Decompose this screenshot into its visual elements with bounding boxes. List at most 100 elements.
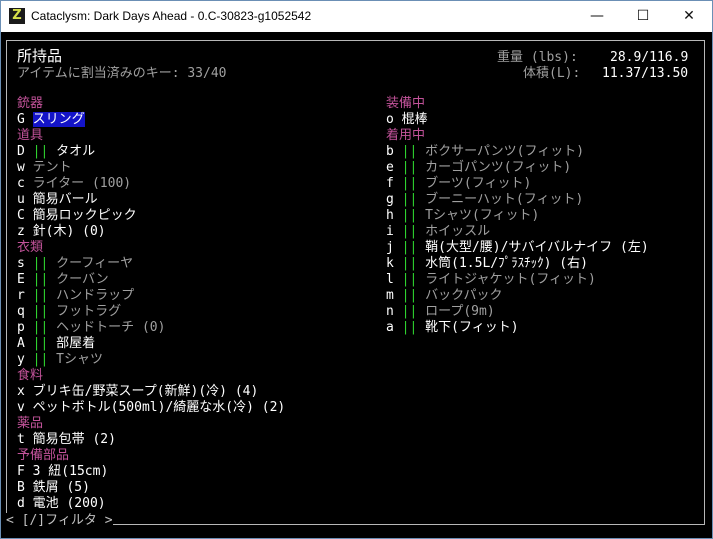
item-name: ペットボトル(500ml)/綺麗な水(冷) (2)	[32, 400, 286, 415]
item-name: クーフィーヤ	[56, 256, 134, 271]
item-hotkey: F	[17, 464, 25, 479]
item-hotkey: q	[17, 304, 25, 319]
item-name: クーバン	[56, 272, 109, 287]
inventory-item[interactable]: g || ブーニーハット(フィット)	[386, 192, 583, 208]
inventory-item[interactable]: c ライター (100)	[17, 176, 131, 192]
item-durability-bar: ||	[401, 224, 418, 239]
item-hotkey: j	[386, 240, 394, 255]
item-name: 部屋着	[56, 336, 96, 351]
item-hotkey: u	[17, 192, 25, 207]
item-name: ブーツ(フィット)	[425, 176, 532, 191]
inventory-item[interactable]: w テント	[17, 160, 72, 176]
inventory-item[interactable]: p || ヘッドトーチ (0)	[17, 320, 165, 336]
minimize-icon[interactable]: —	[574, 1, 620, 32]
inventory-item[interactable]: G スリング	[17, 112, 85, 128]
inventory-item[interactable]: n || ロープ(9m)	[386, 304, 495, 320]
item-durability-bar: ||	[32, 336, 49, 351]
item-hotkey: C	[17, 208, 25, 223]
item-name: ハンドラップ	[56, 288, 135, 303]
inventory-item[interactable]: i || ホイッスル	[386, 224, 490, 240]
item-hotkey: D	[17, 144, 25, 159]
inventory-item[interactable]: v ペットボトル(500ml)/綺麗な水(冷) (2)	[17, 400, 285, 416]
inventory-item[interactable]: t 簡易包帯 (2)	[17, 432, 116, 448]
item-name: 鉄屑 (5)	[32, 480, 90, 495]
item-durability-bar: ||	[32, 272, 49, 287]
inventory-item[interactable]: q || フットラグ	[17, 304, 121, 320]
item-name: ライター (100)	[32, 176, 132, 191]
item-name: 3 紐(15cm)	[32, 464, 109, 479]
inventory-item[interactable]: j || 鞘(大型/腰)/サバイバルナイフ (左)	[386, 240, 649, 256]
inventory-item[interactable]: m || バックパック	[386, 288, 503, 304]
inventory-item[interactable]: e || カーゴパンツ(フィット)	[386, 160, 571, 176]
maximize-icon[interactable]: ☐	[620, 1, 666, 32]
item-name: 簡易ロックピック	[32, 208, 137, 223]
item-durability-bar: ||	[401, 176, 418, 191]
title-bar[interactable]: Z Cataclysm: Dark Days Ahead - 0.C-30823…	[1, 1, 712, 32]
inventory-item[interactable]: B 鉄屑 (5)	[17, 480, 90, 496]
inventory-item[interactable]: A || 部屋着	[17, 336, 95, 352]
window-title: Cataclysm: Dark Days Ahead - 0.C-30823-g…	[31, 9, 312, 23]
item-hotkey: e	[386, 160, 394, 175]
inventory-item[interactable]: o 棍棒	[386, 112, 428, 128]
item-name: ヘッドトーチ (0)	[56, 320, 166, 335]
item-durability-bar: ||	[401, 160, 418, 175]
item-durability-bar: ||	[401, 320, 418, 335]
item-name: ロープ(9m)	[425, 304, 495, 319]
inventory-item[interactable]: u 簡易バール	[17, 192, 98, 208]
item-hotkey: s	[17, 256, 25, 271]
item-durability-bar: ||	[32, 304, 49, 319]
category-header: 着用中	[386, 128, 426, 143]
item-durability-bar: ||	[32, 320, 49, 335]
item-durability-bar: ||	[401, 256, 418, 271]
item-name: ボクサーパンツ(フィット)	[425, 144, 585, 159]
terminal-area: 所持品 アイテムに割当済みのキー: 33/40 重量 (lbs): 28.9/1…	[2, 32, 711, 537]
inventory-item[interactable]: z 針(木) (0)	[17, 224, 106, 240]
category-header: 衣類	[17, 240, 44, 255]
item-hotkey: b	[386, 144, 394, 159]
inventory-item[interactable]: C 簡易ロックピック	[17, 208, 137, 224]
inventory-item[interactable]: h || Tシャツ(フィット)	[386, 208, 539, 224]
item-hotkey: t	[17, 432, 25, 447]
inventory-item[interactable]: a || 靴下(フィット)	[386, 320, 519, 336]
item-name: 水筒(1.5L/ﾌﾟﾗｽﾁｯｸ) (右)	[425, 256, 588, 271]
item-durability-bar: ||	[32, 144, 49, 159]
item-hotkey: n	[386, 304, 394, 319]
item-hotkey: r	[17, 288, 25, 303]
item-name: 棍棒	[401, 112, 428, 127]
item-durability-bar: ||	[401, 272, 418, 287]
item-hotkey: k	[386, 256, 394, 271]
item-durability-bar: ||	[401, 192, 418, 207]
inventory-item[interactable]: r || ハンドラップ	[17, 288, 134, 304]
category-header: 道具	[17, 128, 44, 143]
inventory-item[interactable]: d 電池 (200)	[17, 496, 106, 512]
inventory-item[interactable]: D || タオル	[17, 144, 95, 160]
item-hotkey: x	[17, 384, 25, 399]
item-name: 針(木) (0)	[32, 224, 106, 239]
inventory-item[interactable]: x ブリキ缶/野菜スープ(新鮮)(冷) (4)	[17, 384, 258, 400]
inventory-frame	[6, 40, 705, 525]
category-header: 食料	[17, 368, 44, 383]
filter-hint[interactable]: < [/]フィルタ >	[6, 513, 113, 529]
item-name: 靴下(フィット)	[425, 320, 519, 335]
item-hotkey: g	[386, 192, 394, 207]
inventory-item[interactable]: s || クーフィーヤ	[17, 256, 133, 272]
app-window: Z Cataclysm: Dark Days Ahead - 0.C-30823…	[0, 0, 713, 539]
item-hotkey: h	[386, 208, 394, 223]
inventory-item[interactable]: y || Tシャツ	[17, 352, 103, 368]
inventory-item[interactable]: f || ブーツ(フィット)	[386, 176, 531, 192]
item-hotkey: i	[386, 224, 394, 239]
item-durability-bar: ||	[401, 208, 418, 223]
category-header: 予備部品	[17, 448, 70, 463]
item-name: Tシャツ	[56, 352, 103, 367]
inventory-item[interactable]: b || ボクサーパンツ(フィット)	[386, 144, 584, 160]
item-durability-bar: ||	[32, 288, 49, 303]
category-header: 装備中	[386, 96, 426, 111]
inventory-item[interactable]: E || クーバン	[17, 272, 109, 288]
close-icon[interactable]: ✕	[666, 1, 712, 32]
item-durability-bar: ||	[401, 144, 418, 159]
item-name: テント	[32, 160, 72, 175]
item-hotkey: o	[386, 112, 394, 127]
inventory-item[interactable]: k || 水筒(1.5L/ﾌﾟﾗｽﾁｯｸ) (右)	[386, 256, 588, 272]
inventory-item[interactable]: l || ライトジャケット(フィット)	[386, 272, 596, 288]
inventory-item[interactable]: F 3 紐(15cm)	[17, 464, 108, 480]
